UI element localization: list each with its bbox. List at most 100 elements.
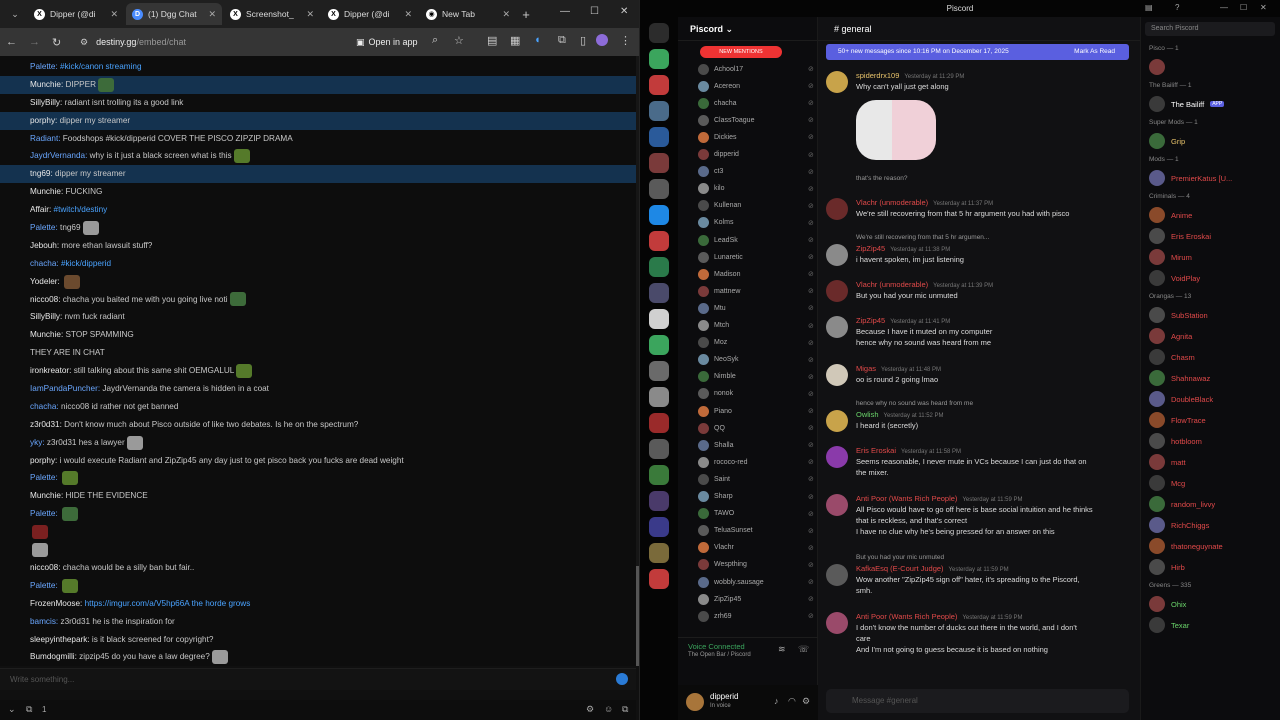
avatar[interactable] (826, 71, 848, 93)
reply-preview[interactable]: hence why no sound was heard from me (826, 399, 1126, 409)
reply-preview[interactable]: We're still recovering from that 5 hr ar… (826, 233, 1126, 243)
author-name[interactable]: ZipZip45 (856, 244, 885, 253)
member[interactable]: Ohix (1149, 594, 1279, 614)
server-icon[interactable] (649, 75, 669, 95)
member[interactable]: Shahnawaz (1149, 368, 1279, 388)
author-name[interactable]: Eris Eroskai (856, 446, 896, 455)
inbox-icon[interactable]: ▤ (1145, 3, 1153, 12)
chat-username[interactable]: yky: (30, 438, 45, 447)
author-name[interactable]: Vlachr (unmoderable) (856, 198, 928, 207)
chat-username[interactable]: porphy: (30, 116, 57, 125)
server-icon[interactable] (649, 205, 669, 225)
chat-username[interactable]: z3r0d31: (30, 420, 62, 429)
voice-member[interactable]: Saint ⊘ (698, 471, 814, 487)
member[interactable]: FlowTrace (1149, 410, 1279, 430)
voice-member[interactable]: Kolms ⊘ (698, 215, 814, 231)
send-icon[interactable] (616, 673, 628, 685)
voice-member[interactable]: Lunaretic ⊘ (698, 249, 814, 265)
close-window-button[interactable]: ✕ (620, 6, 628, 17)
author-name[interactable]: Owlish (856, 410, 879, 419)
voice-member[interactable]: TeluaSunset ⊘ (698, 523, 814, 539)
avatar[interactable] (826, 446, 848, 468)
voice-waveform-icon[interactable]: ≋ (778, 644, 786, 655)
chat-username[interactable]: Jebouh: (30, 241, 59, 250)
close-icon[interactable]: ✕ (208, 9, 216, 20)
chat-username[interactable]: SillyBilly: (30, 312, 62, 321)
server-icon[interactable] (649, 101, 669, 121)
voice-member[interactable]: Kullenan ⊘ (698, 198, 814, 214)
member[interactable]: Agnita (1149, 326, 1279, 346)
server-icon[interactable] (649, 335, 669, 355)
voice-member[interactable]: Shalla ⊘ (698, 437, 814, 453)
server-icon[interactable] (649, 413, 669, 433)
tab[interactable]: ◉ New Tab ✕ (420, 3, 516, 25)
voice-member[interactable]: Vlachr ⊘ (698, 540, 814, 556)
author-name[interactable]: ZipZip45 (856, 316, 885, 325)
chat-username[interactable]: Munchie: (30, 491, 63, 500)
zoom-icon[interactable]: ⌕ (432, 34, 438, 47)
server-icon[interactable] (649, 465, 669, 485)
extension-icon[interactable]: ▤ (487, 34, 497, 47)
avatar[interactable] (826, 316, 848, 338)
voice-member[interactable]: Moz ⊘ (698, 335, 814, 351)
extension-icon[interactable]: ◖ (534, 34, 541, 46)
close-window-button[interactable]: ✕ (1260, 3, 1267, 12)
server-icon[interactable] (649, 491, 669, 511)
tab[interactable]: X Dipper (@di ✕ (28, 3, 124, 25)
avatar[interactable] (826, 244, 848, 266)
voice-member[interactable]: chacha ⊘ (698, 95, 814, 111)
voice-member[interactable]: Piano ⊘ (698, 403, 814, 419)
voice-member[interactable]: Achool17 ⊘ (698, 61, 814, 77)
chat-username[interactable]: Palette: (30, 62, 58, 71)
member[interactable]: matt (1149, 452, 1279, 472)
server-icon[interactable] (649, 257, 669, 277)
message-input[interactable]: Message #general (826, 689, 1129, 713)
member[interactable]: Hirb (1149, 557, 1279, 577)
voice-member[interactable]: kilo ⊘ (698, 181, 814, 197)
server-icon[interactable] (649, 439, 669, 459)
chat-username[interactable]: porphy: (30, 456, 57, 465)
member[interactable]: Anime (1149, 205, 1279, 225)
server-icon[interactable] (649, 517, 669, 537)
open-in-app-button[interactable]: ▣ Open in app (356, 33, 418, 51)
member[interactable]: RichChiggs (1149, 515, 1279, 535)
server-icon[interactable] (649, 543, 669, 563)
avatar[interactable] (686, 693, 704, 711)
headphones-icon[interactable]: ◠ (788, 696, 796, 707)
emote-icon[interactable]: ☺ (604, 704, 613, 714)
member[interactable]: Chasm (1149, 347, 1279, 367)
minimize-button[interactable]: — (560, 6, 570, 17)
maximize-button[interactable]: ☐ (590, 6, 599, 17)
member[interactable]: PremierKatus [U... (1149, 168, 1279, 188)
voice-member[interactable]: dipperid ⊘ (698, 147, 814, 163)
avatar[interactable] (826, 410, 848, 432)
server-icon[interactable] (649, 49, 669, 69)
author-name[interactable]: spiderdrx109 (856, 71, 899, 80)
member[interactable]: Texar (1149, 615, 1279, 635)
forward-icon[interactable]: → (29, 36, 40, 48)
server-icon[interactable] (649, 361, 669, 381)
back-icon[interactable]: ← (6, 36, 17, 48)
server-icon[interactable] (649, 23, 669, 43)
voice-member[interactable]: rococo-red ⊘ (698, 454, 814, 470)
avatar[interactable] (826, 198, 848, 220)
voice-member[interactable]: wobbly.sausage ⊘ (698, 574, 814, 590)
chat-username[interactable]: Radiant: (30, 134, 61, 143)
member[interactable]: hotbloom (1149, 431, 1279, 451)
voice-member[interactable]: NeoSyk ⊘ (698, 352, 814, 368)
author-name[interactable]: Anti Poor (Wants Rich People) (856, 612, 957, 621)
member[interactable]: Mcg (1149, 473, 1279, 493)
member[interactable]: random_livvy (1149, 494, 1279, 514)
chat-username[interactable]: ironkreator: (30, 366, 71, 375)
chat-username[interactable]: Munchie: (30, 330, 63, 339)
voice-member[interactable]: Sharp ⊘ (698, 489, 814, 505)
users-icon[interactable]: ⧉ (26, 704, 32, 715)
chat-username[interactable]: Palette: (30, 223, 58, 232)
voice-member[interactable]: Mtch ⊘ (698, 318, 814, 334)
chat-username[interactable]: bamcis: (30, 617, 58, 626)
voice-member[interactable]: Madison ⊘ (698, 266, 814, 282)
settings-icon[interactable]: ⚙ (586, 704, 594, 715)
server-icon[interactable] (649, 231, 669, 251)
disconnect-icon[interactable]: ☏ (798, 644, 809, 655)
author-name[interactable]: Anti Poor (Wants Rich People) (856, 494, 957, 503)
